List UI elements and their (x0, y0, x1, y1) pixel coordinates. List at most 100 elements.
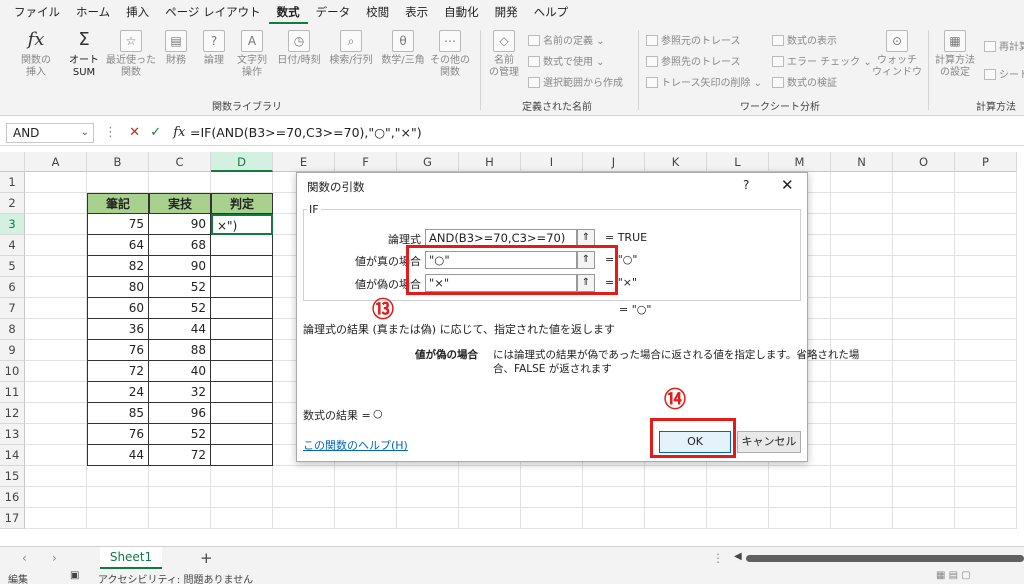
cell[interactable] (25, 214, 87, 235)
row-header-15[interactable]: 15 (0, 466, 25, 487)
column-header-L[interactable]: L (707, 152, 769, 172)
cell[interactable] (955, 424, 1017, 445)
cell[interactable] (211, 172, 273, 193)
menu-tab-6[interactable]: 校閲 (358, 0, 397, 24)
row-header-2[interactable]: 2 (0, 193, 25, 214)
cell[interactable] (769, 466, 831, 487)
cell[interactable] (831, 508, 893, 529)
use-in-formula-button[interactable]: 数式で使用 ⌄ (528, 53, 605, 68)
cell[interactable] (831, 214, 893, 235)
cell[interactable] (955, 256, 1017, 277)
text-button[interactable]: A 文字列 操作 (232, 30, 272, 79)
cell[interactable] (335, 487, 397, 508)
table-cell-practical[interactable]: 44 (149, 319, 211, 340)
table-cell-result[interactable] (211, 256, 273, 277)
cell[interactable] (893, 382, 955, 403)
error-check-button[interactable]: エラー チェック ⌄ (772, 53, 872, 68)
cell[interactable] (583, 487, 645, 508)
cell[interactable] (831, 298, 893, 319)
cell[interactable] (707, 487, 769, 508)
column-header-D[interactable]: D (211, 152, 273, 172)
cell[interactable] (335, 466, 397, 487)
column-header-B[interactable]: B (87, 152, 149, 172)
cell[interactable] (645, 466, 707, 487)
cell[interactable] (955, 193, 1017, 214)
menu-tab-4[interactable]: 数式 (268, 0, 308, 24)
menu-tab-0[interactable]: ファイル (6, 0, 68, 24)
datetime-button[interactable]: ◷ 日付/時刻 (274, 30, 324, 67)
cell[interactable] (893, 256, 955, 277)
cell[interactable] (831, 382, 893, 403)
cell[interactable] (955, 235, 1017, 256)
cell[interactable] (521, 466, 583, 487)
show-formulas-button[interactable]: 数式の表示 (772, 32, 837, 47)
table-cell-result[interactable] (211, 382, 273, 403)
cell[interactable] (955, 172, 1017, 193)
table-cell-practical[interactable]: 96 (149, 403, 211, 424)
table-cell-practical[interactable]: 52 (149, 298, 211, 319)
column-header-K[interactable]: K (645, 152, 707, 172)
trace-dependents-button[interactable]: 参照先のトレース (646, 53, 741, 68)
cell[interactable] (87, 487, 149, 508)
cell[interactable] (769, 508, 831, 529)
cell[interactable] (831, 319, 893, 340)
table-cell-result[interactable] (211, 298, 273, 319)
table-cell-result[interactable] (211, 235, 273, 256)
column-header-O[interactable]: O (893, 152, 955, 172)
cell[interactable] (335, 508, 397, 529)
row-header-9[interactable]: 9 (0, 340, 25, 361)
cell[interactable] (211, 508, 273, 529)
table-cell-written[interactable]: 44 (87, 445, 149, 466)
cell[interactable] (893, 508, 955, 529)
cell[interactable] (831, 235, 893, 256)
column-header-G[interactable]: G (397, 152, 459, 172)
cell[interactable] (955, 214, 1017, 235)
row-header-4[interactable]: 4 (0, 235, 25, 256)
cell[interactable] (273, 466, 335, 487)
lookup-button[interactable]: ⌕ 検索/行列 (326, 30, 376, 67)
cell[interactable] (831, 424, 893, 445)
table-cell-written[interactable]: 60 (87, 298, 149, 319)
cell[interactable] (397, 466, 459, 487)
cell[interactable] (707, 508, 769, 529)
define-name-button[interactable]: 名前の定義 ⌄ (528, 32, 605, 47)
cell[interactable] (831, 466, 893, 487)
formula-input[interactable]: =IF(AND(B3>=70,C3>=70),"○","×") (190, 123, 422, 143)
recent-functions-button[interactable]: ☆ 最近使った 関数 (106, 30, 156, 79)
add-sheet-button[interactable]: + (200, 549, 213, 567)
cell[interactable] (25, 298, 87, 319)
menu-tab-10[interactable]: ヘルプ (526, 0, 577, 24)
row-header-13[interactable]: 13 (0, 424, 25, 445)
cell[interactable] (955, 277, 1017, 298)
cell[interactable] (893, 319, 955, 340)
cell[interactable] (831, 361, 893, 382)
cell[interactable] (25, 508, 87, 529)
cell[interactable] (25, 340, 87, 361)
cell[interactable] (25, 319, 87, 340)
table-cell-practical[interactable]: 88 (149, 340, 211, 361)
scroll-options-icon[interactable]: ⋮ (712, 551, 724, 565)
table-cell-practical[interactable]: 32 (149, 382, 211, 403)
cell[interactable] (397, 487, 459, 508)
cell[interactable] (955, 382, 1017, 403)
calc-options-button[interactable]: ▦ 計算方法 の設定 (930, 30, 980, 79)
cell[interactable] (149, 508, 211, 529)
fx-icon[interactable]: fx (173, 125, 185, 140)
cell[interactable] (831, 403, 893, 424)
table-cell-practical[interactable]: 90 (149, 214, 211, 235)
cell[interactable] (25, 466, 87, 487)
table-cell-written[interactable]: 64 (87, 235, 149, 256)
select-all-corner[interactable] (0, 152, 25, 172)
table-cell-written[interactable]: 72 (87, 361, 149, 382)
sheet-calc-button[interactable]: シート (984, 66, 1024, 81)
table-cell-result[interactable] (211, 340, 273, 361)
cell[interactable] (273, 508, 335, 529)
cell[interactable] (831, 277, 893, 298)
table-cell-practical[interactable]: 68 (149, 235, 211, 256)
cell[interactable] (459, 487, 521, 508)
column-header-H[interactable]: H (459, 152, 521, 172)
cell[interactable] (25, 193, 87, 214)
cell[interactable] (955, 298, 1017, 319)
row-header-7[interactable]: 7 (0, 298, 25, 319)
cell[interactable] (459, 466, 521, 487)
